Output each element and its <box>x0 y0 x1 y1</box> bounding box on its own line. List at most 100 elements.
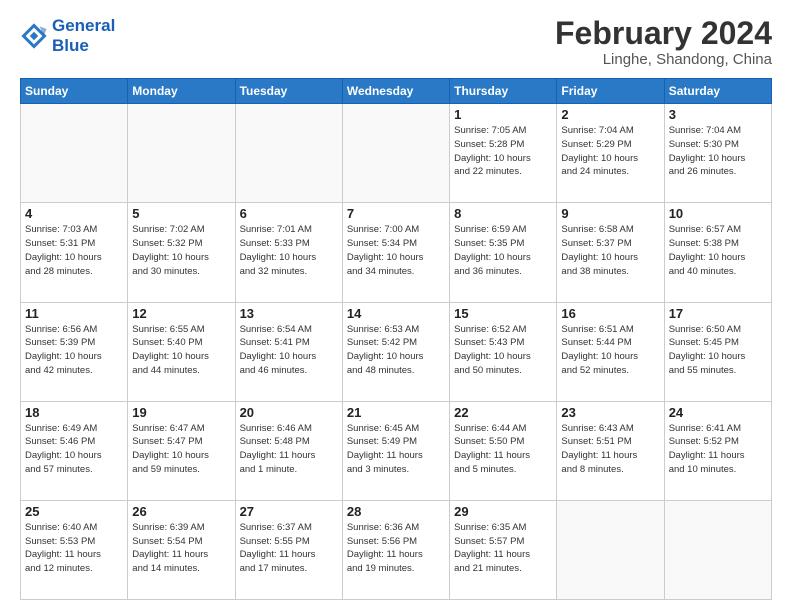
day-info: Sunrise: 6:41 AM Sunset: 5:52 PM Dayligh… <box>669 422 767 477</box>
day-info: Sunrise: 6:36 AM Sunset: 5:56 PM Dayligh… <box>347 521 445 576</box>
day-number: 22 <box>454 405 552 420</box>
day-info: Sunrise: 6:46 AM Sunset: 5:48 PM Dayligh… <box>240 422 338 477</box>
day-of-week-header: Tuesday <box>235 79 342 104</box>
calendar-cell: 6 Sunrise: 7:01 AM Sunset: 5:33 PM Daylig… <box>235 203 342 302</box>
day-info: Sunrise: 6:49 AM Sunset: 5:46 PM Dayligh… <box>25 422 123 477</box>
day-info: Sunrise: 6:51 AM Sunset: 5:44 PM Dayligh… <box>561 323 659 378</box>
calendar-cell: 28 Sunrise: 6:36 AM Sunset: 5:56 PM Dayli… <box>342 500 449 599</box>
day-number: 7 <box>347 206 445 221</box>
subtitle: Linghe, Shandong, China <box>555 51 772 68</box>
day-of-week-header: Saturday <box>664 79 771 104</box>
day-info: Sunrise: 6:55 AM Sunset: 5:40 PM Dayligh… <box>132 323 230 378</box>
day-number: 12 <box>132 306 230 321</box>
day-info: Sunrise: 6:57 AM Sunset: 5:38 PM Dayligh… <box>669 223 767 278</box>
day-of-week-header: Friday <box>557 79 664 104</box>
day-number: 28 <box>347 504 445 519</box>
calendar-cell: 9 Sunrise: 6:58 AM Sunset: 5:37 PM Daylig… <box>557 203 664 302</box>
day-number: 24 <box>669 405 767 420</box>
calendar-table: SundayMondayTuesdayWednesdayThursdayFrid… <box>20 78 772 600</box>
day-info: Sunrise: 6:56 AM Sunset: 5:39 PM Dayligh… <box>25 323 123 378</box>
day-info: Sunrise: 7:04 AM Sunset: 5:29 PM Dayligh… <box>561 124 659 179</box>
day-info: Sunrise: 7:01 AM Sunset: 5:33 PM Dayligh… <box>240 223 338 278</box>
calendar-cell: 12 Sunrise: 6:55 AM Sunset: 5:40 PM Dayli… <box>128 302 235 401</box>
header: General Blue February 2024 Linghe, Shand… <box>20 16 772 68</box>
calendar-cell <box>557 500 664 599</box>
calendar-header-row: SundayMondayTuesdayWednesdayThursdayFrid… <box>21 79 772 104</box>
calendar-cell: 13Sunrise: 6:54 AM Sunset: 5:41 PM Dayli… <box>235 302 342 401</box>
title-block: February 2024 Linghe, Shandong, China <box>555 16 772 68</box>
calendar-cell: 5Sunrise: 7:02 AM Sunset: 5:32 PM Daylig… <box>128 203 235 302</box>
day-info: Sunrise: 6:35 AM Sunset: 5:57 PM Dayligh… <box>454 521 552 576</box>
calendar-cell <box>664 500 771 599</box>
calendar-cell: 11 Sunrise: 6:56 AM Sunset: 5:39 PM Dayli… <box>21 302 128 401</box>
day-number: 4 <box>25 206 123 221</box>
day-of-week-header: Wednesday <box>342 79 449 104</box>
day-info: Sunrise: 6:44 AM Sunset: 5:50 PM Dayligh… <box>454 422 552 477</box>
day-info: Sunrise: 6:39 AM Sunset: 5:54 PM Dayligh… <box>132 521 230 576</box>
day-info: Sunrise: 6:37 AM Sunset: 5:55 PM Dayligh… <box>240 521 338 576</box>
day-number: 14 <box>347 306 445 321</box>
calendar-cell: 21 Sunrise: 6:45 AM Sunset: 5:49 PM Dayli… <box>342 401 449 500</box>
day-number: 11 <box>25 306 123 321</box>
calendar-cell: 4 Sunrise: 7:03 AM Sunset: 5:31 PM Daylig… <box>21 203 128 302</box>
main-title: February 2024 <box>555 16 772 51</box>
calendar-cell <box>235 104 342 203</box>
calendar-cell: 26 Sunrise: 6:39 AM Sunset: 5:54 PM Dayli… <box>128 500 235 599</box>
calendar-cell: 3 Sunrise: 7:04 AM Sunset: 5:30 PM Daylig… <box>664 104 771 203</box>
day-number: 16 <box>561 306 659 321</box>
day-of-week-header: Monday <box>128 79 235 104</box>
calendar-cell <box>342 104 449 203</box>
day-info: Sunrise: 6:43 AM Sunset: 5:51 PM Dayligh… <box>561 422 659 477</box>
calendar-cell: 23 Sunrise: 6:43 AM Sunset: 5:51 PM Dayli… <box>557 401 664 500</box>
day-number: 23 <box>561 405 659 420</box>
calendar-cell: 27Sunrise: 6:37 AM Sunset: 5:55 PM Dayli… <box>235 500 342 599</box>
calendar-cell: 22 Sunrise: 6:44 AM Sunset: 5:50 PM Dayli… <box>450 401 557 500</box>
calendar-week-row: 18 Sunrise: 6:49 AM Sunset: 5:46 PM Dayli… <box>21 401 772 500</box>
calendar-cell: 10Sunrise: 6:57 AM Sunset: 5:38 PM Dayli… <box>664 203 771 302</box>
day-number: 26 <box>132 504 230 519</box>
calendar-cell: 29 Sunrise: 6:35 AM Sunset: 5:57 PM Dayli… <box>450 500 557 599</box>
day-info: Sunrise: 6:45 AM Sunset: 5:49 PM Dayligh… <box>347 422 445 477</box>
calendar-week-row: 25 Sunrise: 6:40 AM Sunset: 5:53 PM Dayli… <box>21 500 772 599</box>
day-number: 18 <box>25 405 123 420</box>
calendar-cell: 25 Sunrise: 6:40 AM Sunset: 5:53 PM Dayli… <box>21 500 128 599</box>
day-number: 29 <box>454 504 552 519</box>
day-number: 5 <box>132 206 230 221</box>
day-info: Sunrise: 6:59 AM Sunset: 5:35 PM Dayligh… <box>454 223 552 278</box>
calendar-cell: 15 Sunrise: 6:52 AM Sunset: 5:43 PM Dayli… <box>450 302 557 401</box>
day-info: Sunrise: 6:53 AM Sunset: 5:42 PM Dayligh… <box>347 323 445 378</box>
calendar-cell: 17Sunrise: 6:50 AM Sunset: 5:45 PM Dayli… <box>664 302 771 401</box>
day-number: 19 <box>132 405 230 420</box>
day-info: Sunrise: 7:04 AM Sunset: 5:30 PM Dayligh… <box>669 124 767 179</box>
calendar-cell: 16 Sunrise: 6:51 AM Sunset: 5:44 PM Dayli… <box>557 302 664 401</box>
day-number: 20 <box>240 405 338 420</box>
day-number: 15 <box>454 306 552 321</box>
calendar-week-row: 1Sunrise: 7:05 AM Sunset: 5:28 PM Daylig… <box>21 104 772 203</box>
calendar-week-row: 4 Sunrise: 7:03 AM Sunset: 5:31 PM Daylig… <box>21 203 772 302</box>
calendar-cell: 24 Sunrise: 6:41 AM Sunset: 5:52 PM Dayli… <box>664 401 771 500</box>
calendar-cell: 18 Sunrise: 6:49 AM Sunset: 5:46 PM Dayli… <box>21 401 128 500</box>
day-info: Sunrise: 7:05 AM Sunset: 5:28 PM Dayligh… <box>454 124 552 179</box>
day-number: 6 <box>240 206 338 221</box>
day-number: 2 <box>561 107 659 122</box>
logo-icon <box>20 22 48 50</box>
day-info: Sunrise: 7:03 AM Sunset: 5:31 PM Dayligh… <box>25 223 123 278</box>
calendar-cell <box>128 104 235 203</box>
logo-text: General Blue <box>52 16 115 55</box>
day-number: 25 <box>25 504 123 519</box>
day-info: Sunrise: 6:40 AM Sunset: 5:53 PM Dayligh… <box>25 521 123 576</box>
calendar-cell <box>21 104 128 203</box>
calendar-cell: 7 Sunrise: 7:00 AM Sunset: 5:34 PM Daylig… <box>342 203 449 302</box>
calendar-cell: 19Sunrise: 6:47 AM Sunset: 5:47 PM Dayli… <box>128 401 235 500</box>
day-info: Sunrise: 6:54 AM Sunset: 5:41 PM Dayligh… <box>240 323 338 378</box>
page: General Blue February 2024 Linghe, Shand… <box>0 0 792 612</box>
calendar-cell: 14 Sunrise: 6:53 AM Sunset: 5:42 PM Dayli… <box>342 302 449 401</box>
day-info: Sunrise: 7:00 AM Sunset: 5:34 PM Dayligh… <box>347 223 445 278</box>
day-number: 8 <box>454 206 552 221</box>
calendar-cell: 1Sunrise: 7:05 AM Sunset: 5:28 PM Daylig… <box>450 104 557 203</box>
day-number: 21 <box>347 405 445 420</box>
day-number: 3 <box>669 107 767 122</box>
day-number: 9 <box>561 206 659 221</box>
day-info: Sunrise: 6:52 AM Sunset: 5:43 PM Dayligh… <box>454 323 552 378</box>
day-info: Sunrise: 6:58 AM Sunset: 5:37 PM Dayligh… <box>561 223 659 278</box>
